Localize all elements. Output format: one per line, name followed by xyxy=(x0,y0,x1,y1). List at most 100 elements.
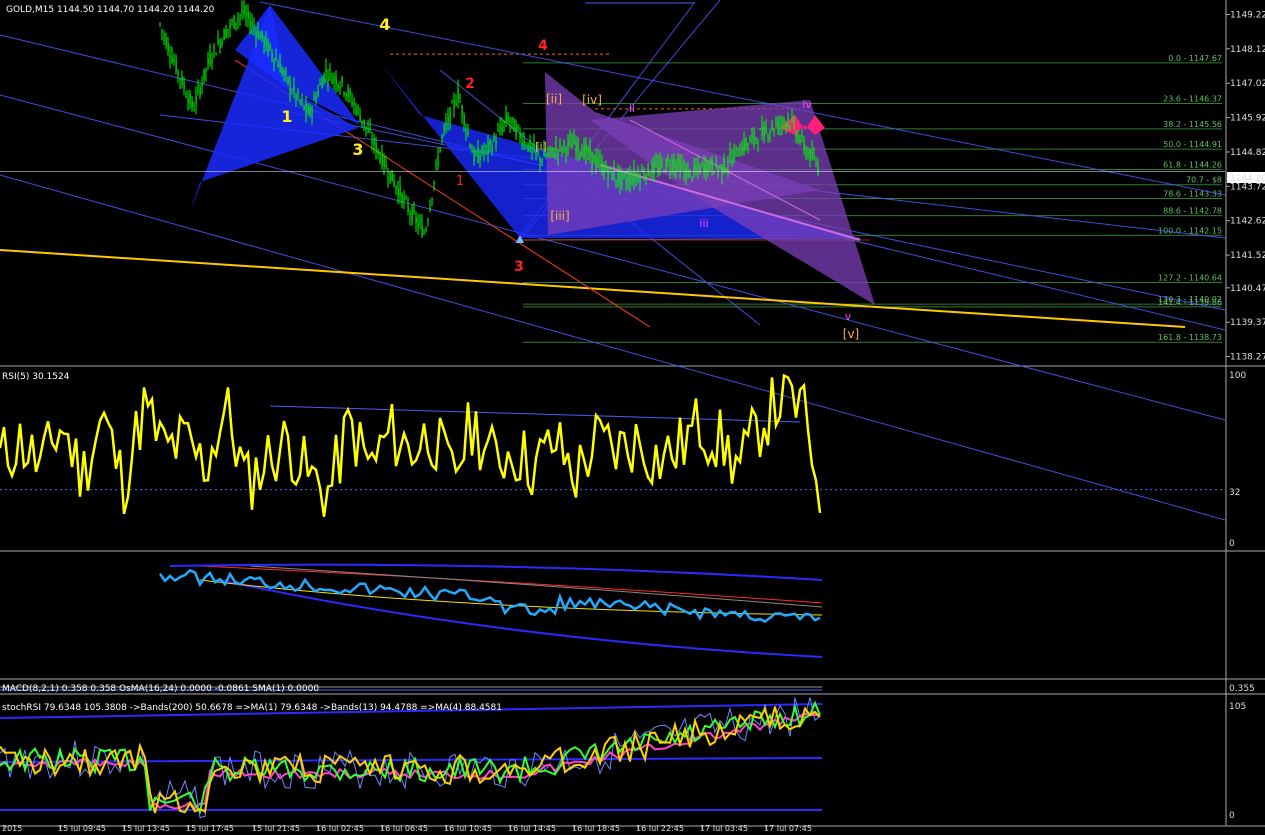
candle-body xyxy=(615,179,617,182)
candle-body xyxy=(165,37,167,47)
candle-body xyxy=(177,71,179,75)
wave-label: 4 xyxy=(538,38,548,54)
candle-body xyxy=(711,160,713,172)
candle-body xyxy=(691,177,693,180)
candle-body xyxy=(207,58,209,65)
wave-label: 2 xyxy=(465,76,475,92)
candle-body xyxy=(493,135,495,141)
candle-body xyxy=(551,147,553,151)
candle-body xyxy=(361,120,363,123)
candle-body xyxy=(365,126,367,129)
candle-body xyxy=(675,164,677,171)
wave-label: [iv] xyxy=(582,93,602,107)
candle-body xyxy=(563,140,565,146)
candle-body xyxy=(599,160,601,162)
macd-right-value: 0.355 xyxy=(1229,684,1255,694)
candle-body xyxy=(419,221,421,223)
candle-body xyxy=(621,172,623,181)
time-tick-label: 15 Jul 17:45 xyxy=(186,824,234,831)
candle-body xyxy=(477,148,479,163)
candle-body xyxy=(237,18,239,20)
candle-body xyxy=(183,84,185,89)
candle-body xyxy=(581,151,583,158)
candle-body xyxy=(219,41,221,49)
candle-body xyxy=(253,26,255,28)
candle-body xyxy=(257,29,259,38)
candle-body xyxy=(513,119,515,132)
candle-body xyxy=(529,139,531,151)
candle-body xyxy=(647,164,649,175)
fib-level-label: 161.8 - 1138.73 xyxy=(1158,333,1222,342)
candle-body xyxy=(523,139,525,144)
time-tick-label: 17 Jul 03:45 xyxy=(700,824,748,831)
candle-body xyxy=(299,100,301,102)
wave-label: 1 xyxy=(281,107,292,126)
candle-body xyxy=(181,75,183,86)
candle-body xyxy=(397,188,399,197)
candle-body xyxy=(507,116,509,123)
candle-body xyxy=(233,15,235,29)
candle-body xyxy=(307,107,309,115)
price-tick-label: 1140.47 xyxy=(1230,284,1265,294)
candle-body xyxy=(555,146,557,151)
candle-body xyxy=(345,93,347,97)
candle-body xyxy=(271,53,273,57)
candle-body xyxy=(431,198,433,200)
candle-body xyxy=(331,79,333,84)
fib-level-label: 38.2 - 1145.56 xyxy=(1163,120,1222,129)
wave-label: v xyxy=(845,310,852,323)
candle-body xyxy=(261,30,263,38)
candle-body xyxy=(795,132,797,138)
candle-body xyxy=(639,174,641,183)
candle-body xyxy=(567,140,569,146)
candle-body xyxy=(681,164,683,168)
candle-body xyxy=(285,71,287,73)
candle-body xyxy=(223,29,225,41)
candle-body xyxy=(163,33,165,37)
candle-body xyxy=(499,125,501,131)
candle-body xyxy=(417,222,419,227)
candle-body xyxy=(159,23,161,25)
candle-body xyxy=(481,146,483,155)
candle-body xyxy=(773,129,775,132)
candle-body xyxy=(195,95,197,104)
candle-body xyxy=(401,193,403,205)
candle-body xyxy=(239,14,241,17)
candle-body xyxy=(679,162,681,175)
candle-body xyxy=(243,6,245,15)
candle-body xyxy=(407,205,409,212)
price-tick-label: 1148.12 xyxy=(1230,45,1265,55)
chart-canvas[interactable]: 0.0 - 1147.67 23.6 - 1146.37 38.2 - 1145.5… xyxy=(0,0,1265,833)
candle-body xyxy=(487,141,489,153)
candle-body xyxy=(783,121,785,123)
candle-body xyxy=(527,142,529,151)
candle-body xyxy=(673,161,675,168)
candle-body xyxy=(437,156,439,165)
fib-level-label: 88.6 - 1142.78 xyxy=(1163,207,1222,216)
candle-body xyxy=(275,58,277,60)
candle-body xyxy=(765,128,767,132)
candle-body xyxy=(399,186,401,197)
candle-body xyxy=(167,42,169,51)
candle-body xyxy=(553,155,555,157)
candle-body xyxy=(547,152,549,156)
candle-body xyxy=(305,104,307,113)
candle-body xyxy=(805,151,807,157)
candle-body xyxy=(469,144,471,148)
candle-body xyxy=(329,69,331,71)
candle-body xyxy=(187,97,189,104)
candle-body xyxy=(687,169,689,179)
candle-body xyxy=(427,220,429,222)
candle-body xyxy=(393,180,395,187)
candle-body xyxy=(385,164,387,169)
candle-body xyxy=(787,118,789,121)
stoch-tick-0: 0 xyxy=(1229,811,1235,821)
candle-body xyxy=(797,134,799,142)
candle-body xyxy=(557,150,559,156)
candle-body xyxy=(757,143,759,145)
candle-body xyxy=(779,124,781,126)
candle-body xyxy=(217,39,219,45)
candle-body xyxy=(791,117,793,121)
candle-body xyxy=(169,55,171,58)
candle-body xyxy=(293,85,295,91)
